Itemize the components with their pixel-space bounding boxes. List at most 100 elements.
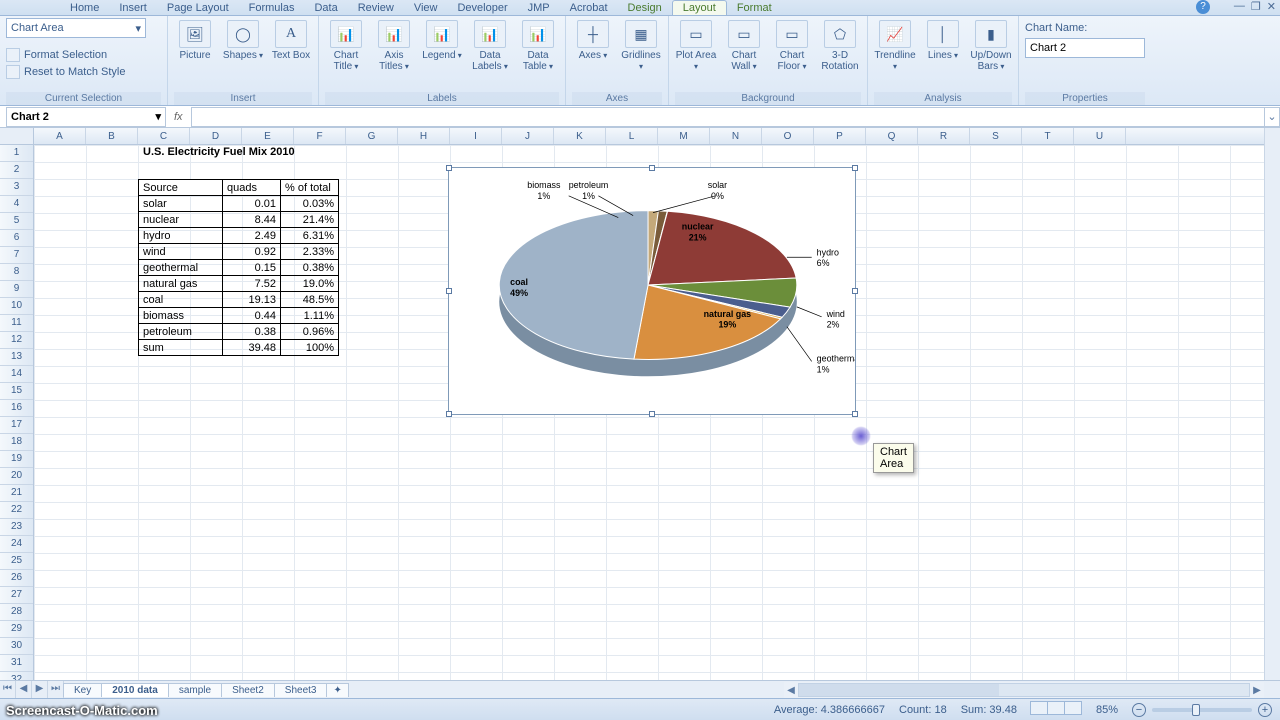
select-all-corner[interactable] — [0, 128, 34, 145]
3d-rotation-button[interactable]: ⬠3-D Rotation — [819, 18, 861, 72]
plot-area-button[interactable]: ▭Plot Area — [675, 18, 717, 72]
shapes-icon: ◯ — [227, 20, 259, 48]
gridlines-icon: ▦ — [625, 20, 657, 48]
formula-bar: Chart 2▾ fx ⌄ — [0, 106, 1280, 128]
data-table-icon: 📊 — [522, 20, 554, 48]
tab-data[interactable]: Data — [304, 1, 347, 15]
updown-bars-button[interactable]: ▮Up/Down Bars — [970, 18, 1012, 72]
name-box[interactable]: Chart 2▾ — [6, 107, 166, 127]
chart-title-icon: 📊 — [330, 20, 362, 48]
axis-titles-icon: 📊 — [378, 20, 410, 48]
textbox-icon: A — [275, 20, 307, 48]
watermark: Screencast-O-Matic.com — [6, 703, 158, 718]
svg-text:geothermal1%: geothermal1% — [817, 353, 855, 374]
textbox-button[interactable]: AText Box — [270, 18, 312, 61]
zoom-out-button[interactable]: − — [1132, 703, 1146, 717]
window-controls: — ❐ ✕ — [1234, 0, 1276, 13]
format-selection-button[interactable]: Format Selection — [6, 48, 126, 62]
sheet-nav-last-icon[interactable]: ⏭ — [48, 681, 64, 698]
view-buttons[interactable] — [1031, 701, 1082, 718]
tab-home[interactable]: Home — [60, 1, 109, 15]
shapes-button[interactable]: ◯Shapes — [222, 18, 264, 61]
axes-icon: ┼ — [577, 20, 609, 48]
group-background: Background — [675, 92, 861, 105]
legend-button[interactable]: 📊Legend — [421, 18, 463, 61]
axes-button[interactable]: ┼Axes — [572, 18, 614, 61]
legend-icon: 📊 — [426, 20, 458, 48]
group-axes: Axes — [572, 92, 662, 105]
chart-object[interactable]: biomass1%petroleum1%solar0%nuclear21%hyd… — [448, 167, 856, 415]
horizontal-scrollbar[interactable]: ◀▶ — [784, 682, 1264, 698]
tab-page-layout[interactable]: Page Layout — [157, 1, 239, 15]
sheet-tab-sample[interactable]: sample — [168, 683, 222, 697]
chart-floor-button[interactable]: ▭Chart Floor — [771, 18, 813, 72]
svg-text:biomass1%: biomass1% — [527, 180, 561, 201]
trendline-button[interactable]: 📈Trendline — [874, 18, 916, 72]
chart-name-label: Chart Name: — [1025, 22, 1145, 34]
gridlines-button[interactable]: ▦Gridlines — [620, 18, 662, 72]
chart-floor-icon: ▭ — [776, 20, 808, 48]
updown-bars-icon: ▮ — [975, 20, 1007, 48]
status-sum: Sum: 39.48 — [961, 704, 1017, 716]
sheet-tab-sheet2[interactable]: Sheet2 — [221, 683, 275, 697]
reset-style-button[interactable]: Reset to Match Style — [6, 65, 126, 79]
sheet-nav-prev-icon[interactable]: ◀ — [16, 681, 32, 698]
tab-design[interactable]: Design — [618, 1, 672, 15]
vertical-scrollbar[interactable] — [1264, 128, 1280, 680]
data-table-button[interactable]: 📊Data Table — [517, 18, 559, 72]
sheet-tab-bar: ⏮ ◀ ▶ ⏭ Key 2010 data sample Sheet2 Shee… — [0, 680, 1280, 698]
chart-element-selector[interactable]: Chart Area▾ — [6, 18, 146, 38]
sheet-tab-key[interactable]: Key — [63, 683, 102, 697]
data-table: Sourcequads% of total solar0.010.03%nucl… — [138, 179, 339, 356]
tab-insert[interactable]: Insert — [109, 1, 157, 15]
svg-text:petroleum1%: petroleum1% — [569, 180, 609, 201]
zoom-slider[interactable] — [1152, 708, 1252, 712]
lines-icon: │ — [927, 20, 959, 48]
tab-layout[interactable]: Layout — [672, 0, 727, 15]
svg-text:hydro6%: hydro6% — [817, 247, 839, 268]
tab-review[interactable]: Review — [348, 1, 404, 15]
chart-title-button[interactable]: 📊Chart Title — [325, 18, 367, 72]
fx-icon[interactable]: fx — [174, 111, 183, 123]
lines-button[interactable]: │Lines — [922, 18, 964, 61]
help-icon[interactable]: ? — [1196, 0, 1210, 14]
tab-jmp[interactable]: JMP — [518, 1, 560, 15]
3d-rotation-icon: ⬠ — [824, 20, 856, 48]
sheet-tab-sheet3[interactable]: Sheet3 — [274, 683, 328, 697]
new-sheet-button[interactable]: ✦ — [326, 683, 348, 697]
svg-text:wind2%: wind2% — [826, 309, 845, 330]
group-current-selection: Current Selection — [6, 92, 161, 105]
sheet-nav-next-icon[interactable]: ▶ — [32, 681, 48, 698]
close-icon[interactable]: ✕ — [1267, 0, 1276, 13]
zoom-level[interactable]: 85% — [1096, 704, 1118, 716]
tab-acrobat[interactable]: Acrobat — [560, 1, 618, 15]
tab-view[interactable]: View — [404, 1, 448, 15]
ribbon: Chart Area▾ Format Selection Reset to Ma… — [0, 16, 1280, 106]
status-bar: Average: 4.386666667 Count: 18 Sum: 39.4… — [0, 698, 1280, 720]
axis-titles-button[interactable]: 📊Axis Titles — [373, 18, 415, 72]
svg-text:solar0%: solar0% — [708, 180, 727, 201]
picture-button[interactable]: 🖼Picture — [174, 18, 216, 61]
status-count: Count: 18 — [899, 704, 947, 716]
zoom-in-button[interactable]: + — [1258, 703, 1272, 717]
minimize-icon[interactable]: — — [1234, 0, 1245, 13]
tab-format[interactable]: Format — [727, 1, 782, 15]
formula-input[interactable] — [191, 107, 1264, 127]
sheet-tab-2010-data[interactable]: 2010 data — [101, 683, 169, 697]
tab-developer[interactable]: Developer — [447, 1, 517, 15]
reset-style-icon — [6, 65, 20, 79]
group-insert: Insert — [174, 92, 312, 105]
data-labels-button[interactable]: 📊Data Labels — [469, 18, 511, 72]
chart-tooltip: Chart Area — [873, 443, 914, 473]
chart-wall-button[interactable]: ▭Chart Wall — [723, 18, 765, 72]
formula-expand-icon[interactable]: ⌄ — [1264, 107, 1280, 127]
tab-formulas[interactable]: Formulas — [239, 1, 305, 15]
chart-name-input[interactable] — [1025, 38, 1145, 58]
sheet-nav-first-icon[interactable]: ⏮ — [0, 681, 16, 698]
row-headers[interactable]: 1234567891011121314151617181920212223242… — [0, 145, 34, 680]
trendline-icon: 📈 — [879, 20, 911, 48]
column-headers[interactable]: ABCDEFGHIJKLMNOPQRSTU — [34, 128, 1264, 145]
spreadsheet-grid[interactable]: ABCDEFGHIJKLMNOPQRSTU 123456789101112131… — [0, 128, 1280, 680]
restore-icon[interactable]: ❐ — [1251, 0, 1261, 13]
group-properties: Properties — [1025, 92, 1145, 105]
